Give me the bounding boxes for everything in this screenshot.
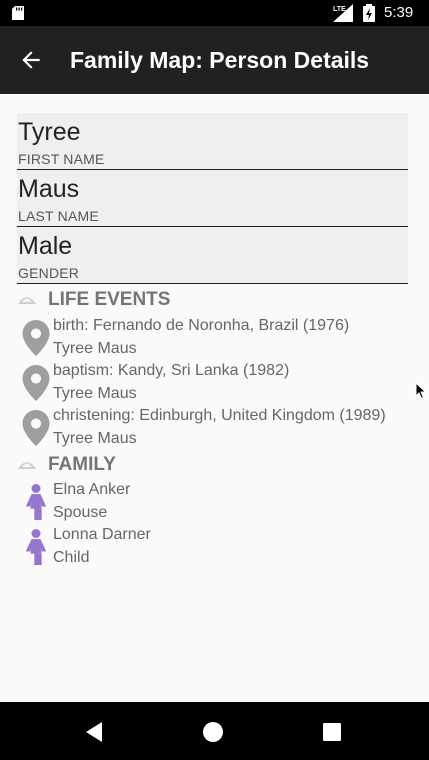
map-marker-icon [22,365,50,401]
nav-home-icon[interactable] [202,721,224,743]
last-name-value: Maus [18,175,80,203]
status-time: 5:39 [384,4,414,21]
event-person: Tyree Maus [53,340,137,357]
mouse-pointer-icon [415,382,427,400]
female-icon [25,484,47,520]
chevron-up-icon [18,462,36,469]
last-name-label: LAST NAME [18,208,99,224]
family-member-item[interactable]: Elna Anker Spouse [20,480,410,525]
life-event-item[interactable]: baptism: Kandy, Sri Lanka (1982) Tyree M… [20,361,410,406]
family-title: FAMILY [48,454,116,475]
navigation-bar [0,702,429,760]
network-type-label: LTE [333,6,346,13]
life-event-item[interactable]: birth: Fernando de Noronha, Brazil (1976… [20,316,410,361]
first-name-field: Tyree FIRST NAME [17,113,408,170]
event-person: Tyree Maus [53,430,137,447]
sd-card-icon [12,6,24,20]
battery-icon [363,4,375,22]
app-bar: Family Map: Person Details [0,26,429,94]
female-icon [25,529,47,565]
chevron-up-icon [18,297,36,304]
family-header[interactable]: FAMILY [17,453,217,479]
nav-recents-icon[interactable] [322,722,342,742]
gender-label: GENDER [18,265,80,281]
status-bar: LTE 5:39 [0,0,429,26]
life-events-header[interactable]: LIFE EVENTS [17,288,317,314]
family-member-name: Lonna Darner [53,526,151,543]
nav-back-icon[interactable] [84,721,104,743]
event-description: christening: Edinburgh, United Kingdom (… [53,407,386,424]
gender-field: Male GENDER [17,227,408,284]
page-title: Family Map: Person Details [70,47,370,73]
event-description: baptism: Kandy, Sri Lanka (1982) [53,362,290,379]
life-events-title: LIFE EVENTS [48,289,171,310]
family-member-relationship: Spouse [53,504,108,521]
family-member-item[interactable]: Lonna Darner Child [20,525,410,570]
family-member-relationship: Child [53,549,90,566]
family-member-name: Elna Anker [53,481,131,498]
map-marker-icon [22,410,50,446]
event-person: Tyree Maus [53,385,137,402]
event-description: birth: Fernando de Noronha, Brazil (1976… [53,317,350,334]
gender-value: Male [18,232,73,260]
first-name-label: FIRST NAME [18,151,105,167]
last-name-field: Maus LAST NAME [17,170,408,227]
person-details-content: Tyree FIRST NAME Maus LAST NAME Male GEN… [0,94,429,702]
map-marker-icon [22,320,50,356]
signal-icon: LTE [333,4,353,22]
life-event-item[interactable]: christening: Edinburgh, United Kingdom (… [20,406,410,451]
arrow-back-icon[interactable] [18,47,44,73]
first-name-value: Tyree [18,118,81,146]
